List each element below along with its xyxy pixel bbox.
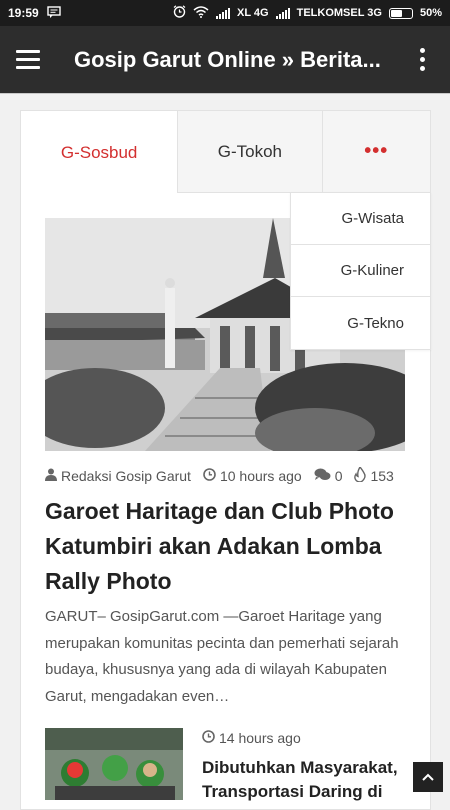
- alarm-icon: [173, 5, 186, 21]
- article-excerpt: GARUT– GosipGarut.com —Garoet Haritage y…: [45, 608, 399, 705]
- app-title: Gosip Garut Online » Berita...: [74, 46, 381, 72]
- signal-icon-1: [216, 7, 230, 19]
- status-time: 19:59: [8, 6, 39, 20]
- clock-icon: [202, 730, 215, 746]
- views-meta: 153: [354, 465, 394, 485]
- fire-icon: [354, 465, 367, 485]
- hamburger-icon[interactable]: [16, 40, 56, 80]
- comments-icon: [314, 468, 331, 484]
- comments-meta[interactable]: 0: [314, 468, 343, 484]
- article-meta: Redaksi Gosip Garut 10 hours ago 0 153: [45, 465, 405, 486]
- battery-icon: [388, 7, 413, 19]
- second-article-thumbnail[interactable]: [45, 728, 183, 800]
- comments-count: 0: [334, 468, 343, 484]
- article-title[interactable]: Garoet Haritage dan Club Photo Katumbiri…: [45, 494, 415, 599]
- second-article-meta: 14 hours ago: [202, 730, 301, 746]
- dropdown-item-g-kuliner[interactable]: G-Kuliner: [291, 245, 430, 297]
- second-article-time: 14 hours ago: [219, 730, 301, 746]
- carrier-2: TELKOMSEL 3G: [296, 7, 382, 19]
- author-meta[interactable]: Redaksi Gosip Garut: [45, 468, 191, 484]
- clock-icon: [203, 468, 216, 484]
- message-notification-icon: [47, 5, 61, 21]
- kebab-icon[interactable]: [412, 42, 432, 78]
- dropdown-item-g-tekno[interactable]: G-Tekno: [291, 297, 430, 349]
- views-count: 153: [370, 468, 394, 484]
- back-to-top-button[interactable]: [413, 762, 443, 792]
- battery-level: 50%: [419, 7, 442, 19]
- chevron-up-icon: [422, 768, 434, 786]
- time-meta: 10 hours ago: [203, 468, 302, 484]
- dropdown-item-g-wisata[interactable]: G-Wisata: [291, 193, 430, 245]
- second-article-title[interactable]: Dibutuhkan Masyarakat, Transportasi Dari…: [202, 756, 412, 804]
- status-bar: 19:59 XL 4G TELKOMSEL 3G 50%: [0, 0, 450, 26]
- carrier-1: XL 4G: [237, 7, 269, 19]
- app-bar: Gosip Garut Online » Berita...: [0, 26, 450, 94]
- wifi-icon: [193, 5, 209, 21]
- more-dropdown-menu: G-Wisata G-Kuliner G-Tekno: [290, 192, 431, 350]
- category-tabs: G-Sosbud G-Tokoh •••: [21, 111, 430, 194]
- article-time: 10 hours ago: [219, 468, 302, 484]
- signal-icon-2: [275, 7, 290, 19]
- tab-g-sosbud[interactable]: G-Sosbud: [21, 111, 178, 194]
- tab-more-button[interactable]: •••: [321, 111, 430, 192]
- user-icon: [45, 468, 57, 484]
- tab-g-tokoh[interactable]: G-Tokoh: [177, 111, 322, 192]
- author-name: Redaksi Gosip Garut: [61, 468, 191, 484]
